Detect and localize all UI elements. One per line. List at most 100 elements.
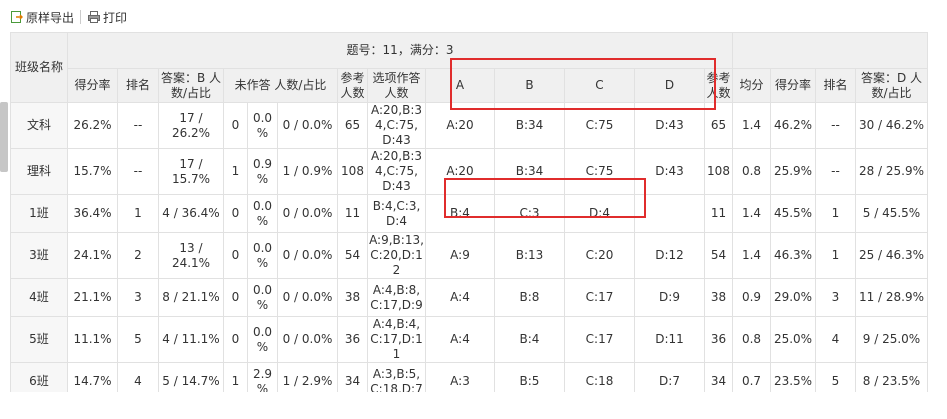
rank-2-cell: --: [815, 148, 856, 195]
score-rate-2-cell: 46.3%: [770, 232, 816, 279]
toolbar-divider: [80, 10, 82, 24]
class-name-cell: 4班: [10, 278, 68, 317]
ref-count-2-cell: 108: [704, 148, 733, 195]
score-rate-cell: 24.1%: [67, 232, 118, 279]
col-option-c: C: [564, 68, 635, 103]
ref-count-2-cell: 11: [704, 194, 733, 233]
answer-d-cell: 5 / 45.5%: [855, 194, 928, 233]
average-cell: 1.4: [732, 102, 771, 149]
unanswered-ratio-cell: 0 / 0.0%: [277, 316, 338, 363]
score-rate-cell: 26.2%: [67, 102, 118, 149]
toolbar: 原样导出 打印: [0, 0, 947, 34]
unanswered-count-cell: 0: [223, 316, 248, 363]
unanswered-ratio-cell: 1 / 0.9%: [277, 148, 338, 195]
option-cell: C:3: [494, 194, 565, 233]
col-score-rate: 得分率: [67, 68, 118, 103]
unanswered-ratio-cell: 0 / 0.0%: [277, 232, 338, 279]
class-name-cell: 3班: [10, 232, 68, 279]
ref-count-cell: 65: [337, 102, 368, 149]
answer-d-cell: 28 / 25.9%: [855, 148, 928, 195]
ref-count-cell: 36: [337, 316, 368, 363]
score-rate-2-cell: 25.0%: [770, 316, 816, 363]
unanswered-percent-cell: 0.0 %: [247, 102, 278, 149]
table-row: 文科 26.2% -- 17 / 26.2% 0 0.0 % 0 / 0.0% 65 A:20,…: [10, 102, 928, 149]
option-cell: B:5: [494, 362, 565, 392]
unanswered-count-cell: 0: [223, 232, 248, 279]
option-cell: A:4: [425, 316, 495, 363]
score-rate-cell: 14.7%: [67, 362, 118, 392]
option-cell: D:11: [634, 316, 705, 363]
option-cell: B:34: [494, 148, 565, 195]
option-cell: D:43: [634, 148, 705, 195]
answer-d-cell: 30 / 46.2%: [855, 102, 928, 149]
ref-count-cell: 38: [337, 278, 368, 317]
table-row: 4班 21.1% 3 8 / 21.1% 0 0.0 % 0 / 0.0% 38 A:4,B:8…: [10, 278, 928, 317]
average-cell: 1.4: [732, 232, 771, 279]
option-cell: B:13: [494, 232, 565, 279]
export-button[interactable]: 原样导出: [10, 9, 74, 26]
class-name-cell: 6班: [10, 362, 68, 392]
option-cell: D:43: [634, 102, 705, 149]
option-cell: C:17: [564, 316, 635, 363]
col-ref-count-2: 参考人数: [704, 68, 733, 103]
score-rate-2-cell: 29.0%: [770, 278, 816, 317]
option-cell: D:12: [634, 232, 705, 279]
col-class-name: 班级名称: [10, 32, 68, 103]
answer-b-cell: 17 / 26.2%: [158, 102, 224, 149]
class-name-cell: 文科: [10, 102, 68, 149]
average-cell: 0.9: [732, 278, 771, 317]
col-ref-count: 参考人数: [337, 68, 368, 103]
rank-2-cell: --: [815, 102, 856, 149]
table-row: 理科 15.7% -- 17 / 15.7% 1 0.9 % 1 / 0.9% 108 A:20…: [10, 148, 928, 195]
score-rate-cell: 36.4%: [67, 194, 118, 233]
option-cell: B:8: [494, 278, 565, 317]
option-count-cell: A:20,B:34,C:75,D:43: [367, 102, 426, 149]
answer-b-cell: 4 / 11.1%: [158, 316, 224, 363]
unanswered-ratio-cell: 0 / 0.0%: [277, 278, 338, 317]
ref-count-cell: 54: [337, 232, 368, 279]
option-cell: B:4: [425, 194, 495, 233]
score-rate-2-cell: 25.9%: [770, 148, 816, 195]
option-count-cell: B:4,C:3,D:4: [367, 194, 426, 233]
printer-icon: [87, 10, 101, 24]
answer-d-cell: 9 / 25.0%: [855, 316, 928, 363]
rank-2-cell: 3: [815, 278, 856, 317]
ref-count-2-cell: 34: [704, 362, 733, 392]
col-option-count: 选项作答人数: [367, 68, 426, 103]
stats-table: 班级名称 题号：11，满分：3 得分率 排名 答案：B 人数/占比 未作答 人数…: [10, 32, 928, 392]
option-cell: A:9: [425, 232, 495, 279]
option-cell: D:7: [634, 362, 705, 392]
answer-d-cell: 8 / 23.5%: [855, 362, 928, 392]
answer-d-cell: 11 / 28.9%: [855, 278, 928, 317]
rank-cell: 1: [117, 194, 159, 233]
col-option-d: D: [634, 68, 705, 103]
answer-b-cell: 17 / 15.7%: [158, 148, 224, 195]
unanswered-count-cell: 0: [223, 102, 248, 149]
option-count-cell: A:3,B:5,C:18,D:7: [367, 362, 426, 392]
unanswered-count-cell: 1: [223, 148, 248, 195]
score-rate-2-cell: 46.2%: [770, 102, 816, 149]
ref-count-2-cell: 65: [704, 102, 733, 149]
print-button[interactable]: 打印: [87, 9, 127, 26]
unanswered-percent-cell: 0.0 %: [247, 232, 278, 279]
answer-b-cell: 4 / 36.4%: [158, 194, 224, 233]
unanswered-ratio-cell: 0 / 0.0%: [277, 194, 338, 233]
unanswered-percent-cell: 0.9 %: [247, 148, 278, 195]
unanswered-percent-cell: 0.0 %: [247, 316, 278, 363]
score-rate-2-cell: 45.5%: [770, 194, 816, 233]
unanswered-percent-cell: 0.0 %: [247, 194, 278, 233]
rank-cell: --: [117, 148, 159, 195]
col-rank-2: 排名: [815, 68, 856, 103]
option-cell: C:18: [564, 362, 635, 392]
score-rate-cell: 21.1%: [67, 278, 118, 317]
rank-cell: --: [117, 102, 159, 149]
col-unanswered: 未作答 人数/占比: [223, 68, 338, 103]
option-cell: A:20: [425, 148, 495, 195]
rank-2-cell: 1: [815, 232, 856, 279]
average-cell: 0.8: [732, 148, 771, 195]
rank-2-cell: 1: [815, 194, 856, 233]
option-count-cell: A:4,B:4,C:17,D:11: [367, 316, 426, 363]
answer-b-cell: 5 / 14.7%: [158, 362, 224, 392]
vertical-scrollbar[interactable]: [0, 102, 8, 172]
ref-count-cell: 34: [337, 362, 368, 392]
